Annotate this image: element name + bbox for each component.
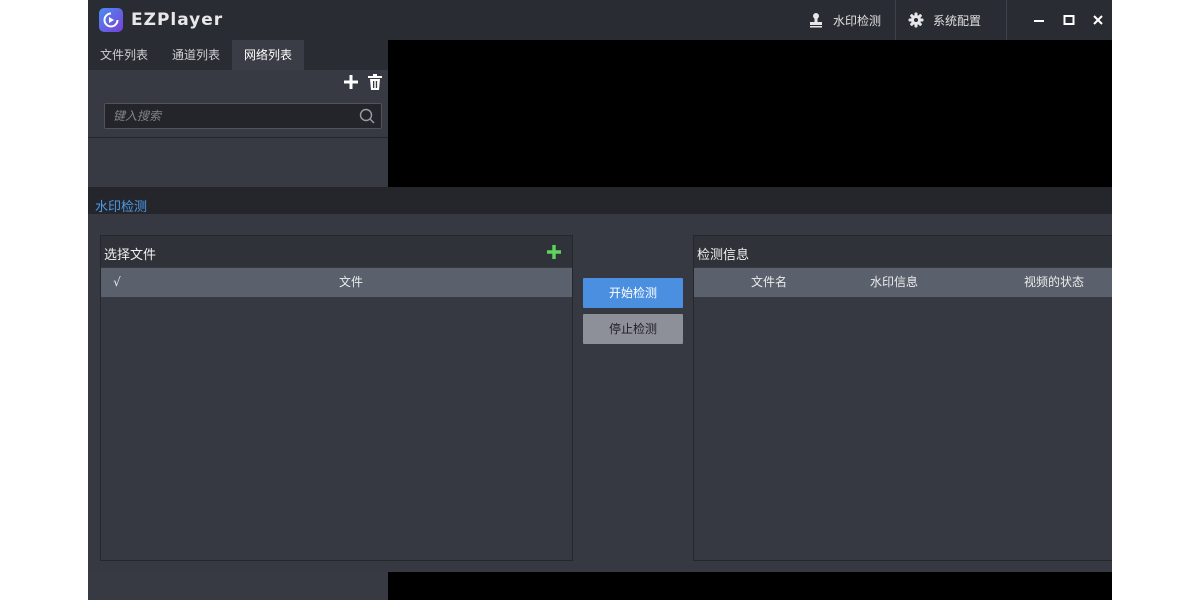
app-logo-icon [99,8,123,32]
list-panel-bottom [88,572,388,600]
video-display[interactable] [388,40,1112,187]
detect-info-title: 检测信息 [697,248,750,263]
search-icon[interactable] [359,108,375,124]
watermark-detect-button[interactable]: 水印检测 [808,0,881,40]
file-table-header: √ 文件 [101,268,572,297]
trash-icon [368,74,382,90]
app-title: EZPlayer [131,10,224,30]
column-watermark-info: 水印信息 [869,275,918,289]
add-button[interactable] [342,73,360,91]
delete-button[interactable] [366,73,384,91]
system-settings-button[interactable]: 系统配置 [908,0,981,40]
file-select-title: 选择文件 [104,248,157,263]
maximize-button[interactable] [1059,10,1079,30]
minimize-button[interactable] [1029,10,1049,30]
file-select-panel: 选择文件 √ 文件 [100,235,573,561]
system-settings-label: 系统配置 [933,13,982,28]
column-file: 文件 [338,275,363,289]
close-icon [1093,15,1103,25]
detect-info-header: 检测信息 [694,236,1112,267]
watermark-detect-dialog: 水印检测 选择文件 √ 文件 开始检测 停止检测 检测信息 文件名 水印信息 视… [88,187,1112,572]
list-panel: 文件列表 通道列表 网络列表 [88,40,388,187]
panel-divider [88,137,388,138]
list-tabs: 文件列表 通道列表 网络列表 [88,40,388,70]
tab-network-list[interactable]: 网络列表 [232,40,304,70]
info-table-header: 文件名 水印信息 视频的状态 [694,268,1112,297]
search-input[interactable] [113,104,353,128]
minimize-icon [1034,20,1044,22]
gear-icon [908,12,924,28]
close-button[interactable] [1088,10,1108,30]
dialog-title: 水印检测 [95,200,148,215]
column-video-status: 视频的状态 [1023,275,1084,289]
stamp-icon [810,13,822,28]
watermark-detect-label: 水印检测 [833,13,882,28]
detect-info-panel: 检测信息 文件名 水印信息 视频的状态 [693,235,1112,561]
start-detect-button[interactable]: 开始检测 [583,278,683,308]
add-file-icon[interactable] [547,245,561,259]
tab-channel-list[interactable]: 通道列表 [160,40,232,70]
stop-detect-button[interactable]: 停止检测 [583,314,683,344]
title-bar: EZPlayer 水印检测 系统配置 [88,0,1112,40]
column-filename: 文件名 [750,275,787,289]
titlebar-divider [1006,0,1007,40]
ezplayer-window: EZPlayer 水印检测 系统配置 文件列表 通道列表 网络列表 键入搜索 水… [88,0,1112,600]
titlebar-divider [895,0,896,40]
file-select-header: 选择文件 [101,236,572,267]
list-toolbar [88,70,388,94]
plus-icon [344,75,358,89]
search-field [104,103,382,129]
column-checkmark[interactable]: √ [109,268,125,297]
video-display-bottom [388,572,1112,600]
maximize-icon [1063,15,1075,25]
dialog-title-bar: 水印检测 [88,187,1112,215]
tab-file-list[interactable]: 文件列表 [88,40,160,70]
